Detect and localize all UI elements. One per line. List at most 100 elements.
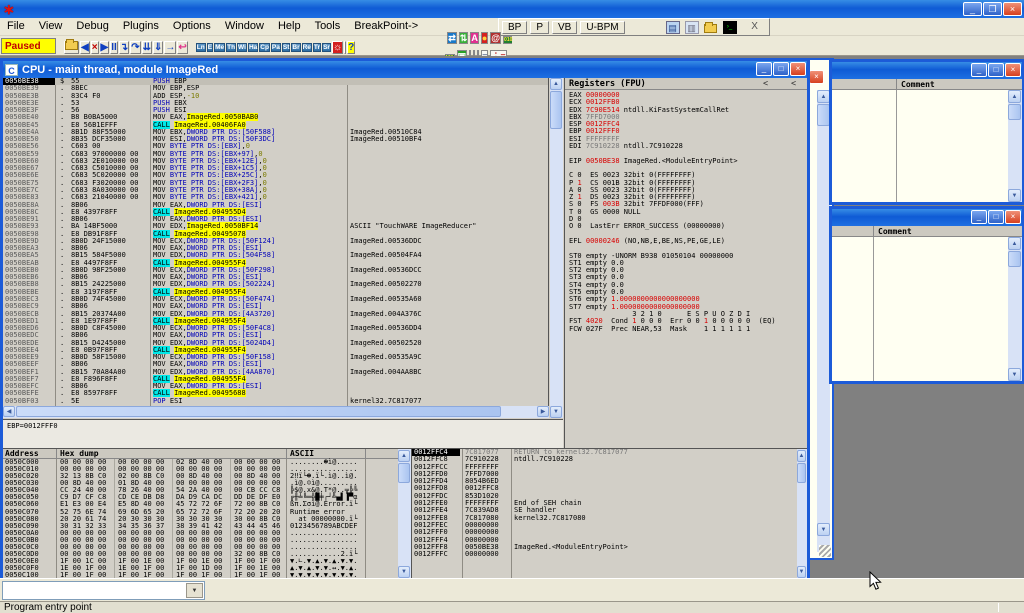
restart-icon[interactable]: ◀	[80, 41, 90, 54]
log-icon[interactable]: ▥	[685, 21, 699, 34]
panel-button-wi[interactable]: Wi	[237, 43, 247, 52]
restore-button[interactable]: ❐	[983, 2, 1002, 16]
console-icon[interactable]: ›_	[723, 21, 737, 34]
close-program-icon[interactable]: ×	[91, 41, 99, 54]
comment-window-bottom-titlebar[interactable]: _ □ ×	[832, 209, 1022, 226]
appearance-icon[interactable]	[344, 41, 346, 54]
minimize-button[interactable]: _	[963, 2, 982, 16]
animate-into-icon[interactable]: ⇊	[142, 41, 152, 54]
dump-pane[interactable]: Address Hex dump ASCII 0050C00000 00 00 …	[3, 448, 398, 578]
disassembly-hscrollbar[interactable]: ◀ ▶	[3, 406, 549, 418]
updown-icon[interactable]: ⇅	[459, 32, 469, 44]
plugin-button-vb[interactable]: VB	[552, 21, 577, 34]
spiral-icon[interactable]: @	[490, 32, 501, 44]
animate-over-icon[interactable]: ⇓	[153, 41, 163, 54]
menu-plugins[interactable]: Plugins	[116, 18, 166, 35]
close-button[interactable]: ×	[1003, 2, 1022, 16]
disasm-row[interactable]: 0050BE3E.53PUSH EBX	[3, 100, 548, 107]
minimize-icon[interactable]: _	[971, 210, 987, 224]
notes-icon[interactable]: ▤	[666, 21, 680, 34]
menu-view[interactable]: View	[32, 18, 70, 35]
registers-pane[interactable]: Registers (FPU) < < EAX 00000000ECX 0012…	[564, 78, 807, 448]
options-gear-icon[interactable]: ☼	[332, 41, 343, 54]
ollydbg-app-icon: ∗	[3, 2, 15, 16]
pause-icon[interactable]: II	[110, 41, 118, 54]
registers-prev-icon[interactable]: <	[763, 79, 768, 89]
register-line[interactable]: EIP 0050BE38 ImageRed.<ModuleEntryPoint>	[569, 158, 807, 165]
comment-window-top-header: Comment	[832, 79, 1022, 90]
disassembly-vscrollbar[interactable]: ▲ ▼	[550, 78, 563, 418]
command-combobox[interactable]: ▼	[2, 581, 205, 600]
stack-vscrollbar[interactable]: ▲ ▼	[797, 448, 807, 578]
menu-options[interactable]: Options	[166, 18, 218, 35]
menu-breakpoint[interactable]: BreakPoint->	[347, 18, 425, 35]
highlight-a-icon[interactable]: A	[470, 32, 479, 44]
disassembly-pane[interactable]: 0050BE38$55PUSH EBP0050BE39.8BECMOV EBP,…	[3, 78, 549, 406]
hidden-window-close-icon[interactable]: ×	[809, 70, 824, 84]
panel-button-me[interactable]: Me	[214, 43, 225, 52]
menu-file[interactable]: File	[0, 18, 32, 35]
panel-button-sr[interactable]: Sr	[322, 43, 331, 52]
registers-next-icon[interactable]: <	[791, 79, 796, 89]
dump-vscrollbar[interactable]: ▲ ▼	[398, 448, 411, 578]
register-line[interactable]: T 0 GS 0000 NULL	[569, 209, 807, 216]
step-over-icon[interactable]: ↷	[130, 41, 140, 54]
comment-window-bottom-content[interactable]	[832, 237, 1008, 381]
info-pane[interactable]: EBP=0012FFF0	[3, 419, 563, 448]
maximize-icon[interactable]: □	[988, 63, 1004, 77]
titlebar[interactable]: ∗ _ ❐ ×	[0, 0, 1024, 18]
comment-window-top-vscrollbar[interactable]: ▲ ▼	[1008, 90, 1022, 202]
panel-button-cp[interactable]: Cp	[259, 43, 270, 52]
close-icon[interactable]: ×	[1005, 63, 1021, 77]
register-line[interactable]: FCW 027F Prec NEAR,53 Mask 1 1 1 1 1 1	[569, 326, 807, 333]
cpu-maximize-icon[interactable]: □	[773, 62, 789, 76]
disasm-row[interactable]: 0050BEFE.E8 8597F8FFCALL ImageRed.004956…	[3, 390, 548, 397]
disasm-row[interactable]: 0050BF03.5EPOP ESIkernel32.7C817077	[3, 398, 548, 405]
panel-button-tr[interactable]: Tr	[313, 43, 321, 52]
panel-button-br[interactable]: Br	[291, 43, 300, 52]
register-line[interactable]: EFL 00000246 (NO,NB,E,BE,NS,PE,GE,LE)	[569, 238, 807, 245]
panel-button-ln[interactable]: Ln	[196, 43, 206, 52]
panel-button-pa[interactable]: Pa	[271, 43, 281, 52]
close-icon[interactable]: ×	[1005, 210, 1021, 224]
cpu-minimize-icon[interactable]: _	[756, 62, 772, 76]
maximize-icon[interactable]: □	[988, 210, 1004, 224]
menu-window[interactable]: Window	[218, 18, 271, 35]
register-line[interactable]: O 0 LastErr ERROR_SUCCESS (00000000)	[569, 223, 807, 230]
plugin-button-u-bpm[interactable]: U-BPM	[580, 21, 624, 34]
cpu-close-icon[interactable]: ×	[790, 62, 806, 76]
go-to-origin-icon[interactable]: ↩	[177, 41, 187, 54]
resize-grip[interactable]	[819, 545, 831, 557]
plugin-close-icon[interactable]: X	[747, 20, 763, 34]
swap-arrows-icon[interactable]: ⇄	[447, 32, 457, 44]
plugin-button-p[interactable]: P	[530, 21, 549, 34]
panel-button-e[interactable]: E	[207, 43, 213, 52]
registers-header: Registers (FPU) < <	[565, 78, 807, 90]
stack-pane[interactable]: 0012FFC47C817077RETURN to kernel32.7C817…	[411, 448, 797, 578]
run-icon[interactable]: ▶	[100, 41, 110, 54]
open-folder-icon[interactable]	[704, 21, 718, 34]
comment-window-top-titlebar[interactable]: _ □ ×	[832, 62, 1022, 79]
menu-tools[interactable]: Tools	[308, 18, 348, 35]
panel-button-st[interactable]: St	[282, 43, 291, 52]
panel-button-ha[interactable]: Ha	[248, 43, 258, 52]
menu-debug[interactable]: Debug	[69, 18, 115, 35]
breakpoint-icon[interactable]: ●	[481, 32, 488, 44]
cpu-window-titlebar[interactable]: C CPU - main thread, module ImageRed _ □…	[3, 61, 807, 78]
comment-window-top-content[interactable]	[832, 90, 1008, 202]
step-into-icon[interactable]: ↴	[119, 41, 129, 54]
panel-button-re[interactable]: Re	[302, 43, 312, 52]
combobox-dropdown-icon[interactable]: ▼	[186, 583, 203, 598]
comment-window-bottom-vscrollbar[interactable]: ▲ ▼	[1008, 237, 1022, 381]
disasm-row[interactable]: 0050BE3B.83C4 F0ADD ESP,-10	[3, 93, 548, 100]
minimize-icon[interactable]: _	[971, 63, 987, 77]
open-file-icon[interactable]	[64, 41, 79, 54]
help-icon[interactable]: ?	[347, 41, 355, 54]
stack-row[interactable]: 0012FFFC00000000	[412, 551, 797, 558]
register-line[interactable]: EDI 7C910228 ntdll.7C910228	[569, 143, 807, 150]
panel-button-th[interactable]: Th	[226, 43, 236, 52]
info-line: EBP=0012FFF0	[3, 420, 563, 430]
execute-till-return-icon[interactable]: →	[164, 41, 176, 54]
menu-help[interactable]: Help	[271, 18, 308, 35]
mdi-background: × ▲ ▼ _ □ × Comment	[0, 56, 1024, 578]
